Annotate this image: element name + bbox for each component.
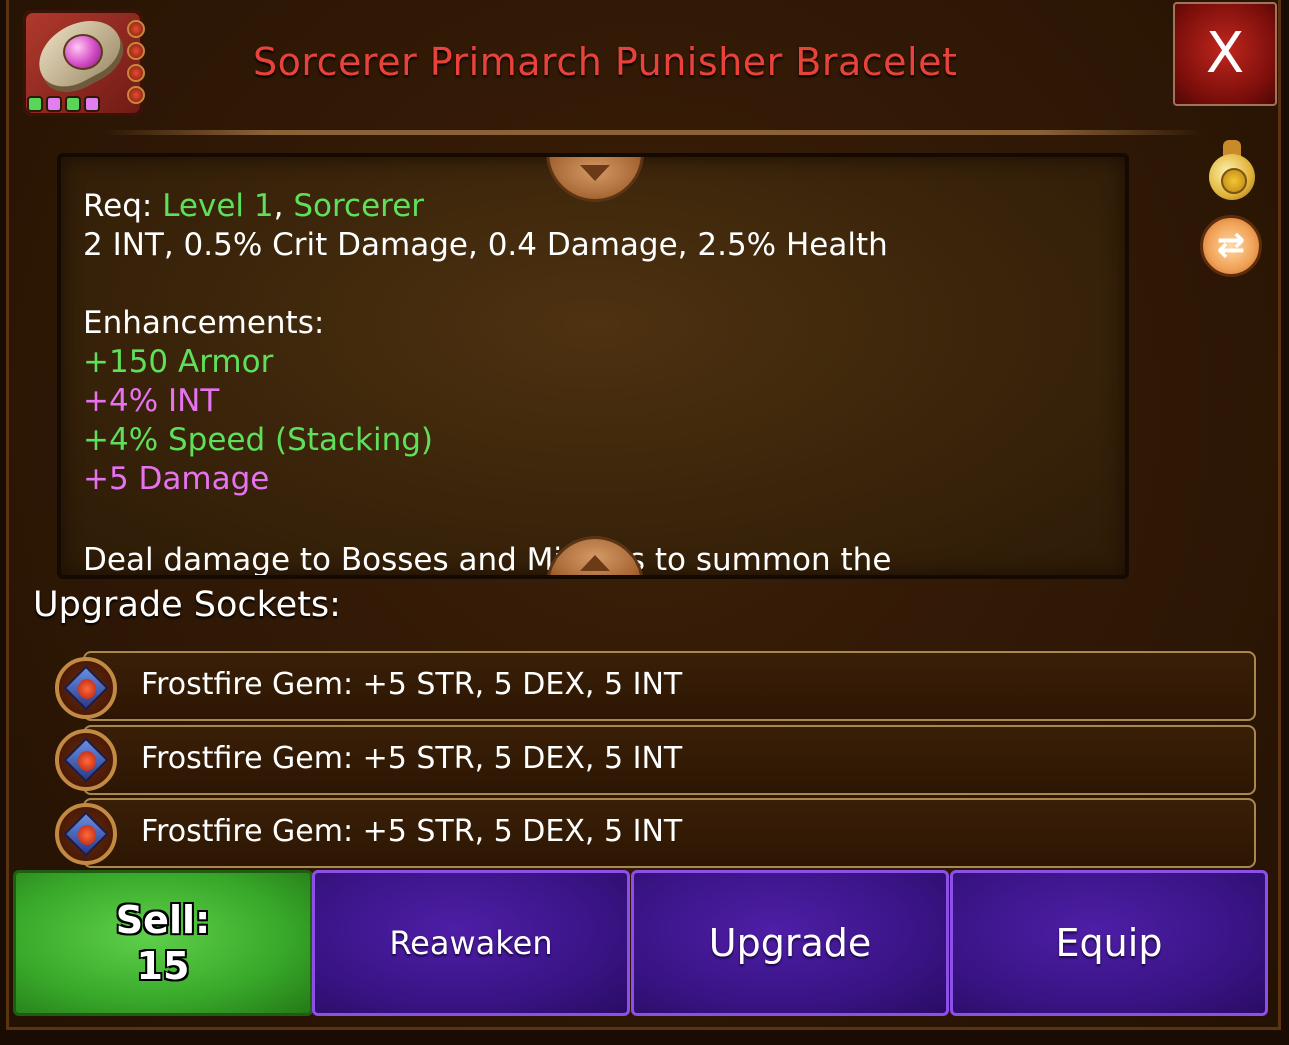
upgrade-sockets-heading: Upgrade Sockets: xyxy=(33,585,341,625)
frostfire-gem-icon xyxy=(55,803,117,865)
close-button[interactable]: X xyxy=(1173,2,1277,106)
item-icon-frame xyxy=(23,7,145,116)
icon-side-gem xyxy=(127,86,145,104)
item-description-box[interactable]: Req: Level 1, Sorcerer 2 INT, 0.5% Crit … xyxy=(57,153,1129,579)
gem-core xyxy=(78,751,96,771)
icon-side-gem xyxy=(127,64,145,82)
sell-value: 15 xyxy=(136,944,190,988)
socket-gem-text: Frostfire Gem: +5 STR, 5 DEX, 5 INT xyxy=(141,667,683,702)
req-separator: , xyxy=(273,188,294,224)
icon-socket-dot xyxy=(84,96,100,112)
enhancement-line: +150 Armor xyxy=(83,344,274,380)
icon-socket-dot xyxy=(46,96,62,112)
swap-arrows-icon[interactable]: ⇄ xyxy=(1200,215,1262,277)
socket-gem-text: Frostfire Gem: +5 STR, 5 DEX, 5 INT xyxy=(141,814,683,849)
item-title: Sorcerer Primarch Punisher Bracelet xyxy=(253,40,958,84)
chevron-up-icon xyxy=(580,555,610,571)
socket-gem-text: Frostfire Gem: +5 STR, 5 DEX, 5 INT xyxy=(141,741,683,776)
icon-socket-indicators xyxy=(27,96,100,112)
req-level: Level 1 xyxy=(162,188,274,224)
description-content: Req: Level 1, Sorcerer 2 INT, 0.5% Crit … xyxy=(83,187,1105,499)
enhancements-heading: Enhancements: xyxy=(83,305,325,341)
req-class: Sorcerer xyxy=(293,188,425,224)
socket-row[interactable]: Frostfire Gem: +5 STR, 5 DEX, 5 INT xyxy=(83,725,1256,795)
icon-side-gem xyxy=(127,42,145,60)
socket-row[interactable]: Frostfire Gem: +5 STR, 5 DEX, 5 INT xyxy=(83,651,1256,721)
frostfire-gem-icon xyxy=(55,729,117,791)
gem-core xyxy=(78,825,96,845)
icon-side-gem xyxy=(127,20,145,38)
sell-label: Sell: xyxy=(115,898,211,942)
socket-row[interactable]: Frostfire Gem: +5 STR, 5 DEX, 5 INT xyxy=(83,798,1256,868)
enhancement-line: +4% Speed (Stacking) xyxy=(83,422,433,458)
upgrade-button[interactable]: Upgrade xyxy=(631,870,949,1016)
sell-button[interactable]: Sell: 15 xyxy=(13,870,313,1016)
coin-icon xyxy=(1221,168,1247,194)
icon-socket-dot xyxy=(27,96,43,112)
equip-button[interactable]: Equip xyxy=(950,870,1268,1016)
bracelet-gem-icon xyxy=(63,34,103,70)
chevron-down-icon xyxy=(580,165,610,181)
enhancement-line: +5 Damage xyxy=(83,461,270,497)
icon-socket-dot xyxy=(65,96,81,112)
item-detail-panel: Sorcerer Primarch Punisher Bracelet X ⇄ … xyxy=(6,0,1281,1030)
reawaken-button[interactable]: Reawaken xyxy=(312,870,630,1016)
req-label: Req: xyxy=(83,188,163,224)
frostfire-gem-icon xyxy=(55,657,117,719)
enhancement-line: +4% INT xyxy=(83,383,220,419)
title-divider xyxy=(103,130,1203,135)
base-stats-line: 2 INT, 0.5% Crit Damage, 0.4 Damage, 2.5… xyxy=(83,227,888,263)
coin-bag-icon[interactable] xyxy=(1205,140,1257,202)
gem-core xyxy=(78,679,96,699)
icon-side-gems xyxy=(127,20,145,104)
passive-description-line: Deal damage to Bosses and Minions to sum… xyxy=(83,542,892,578)
